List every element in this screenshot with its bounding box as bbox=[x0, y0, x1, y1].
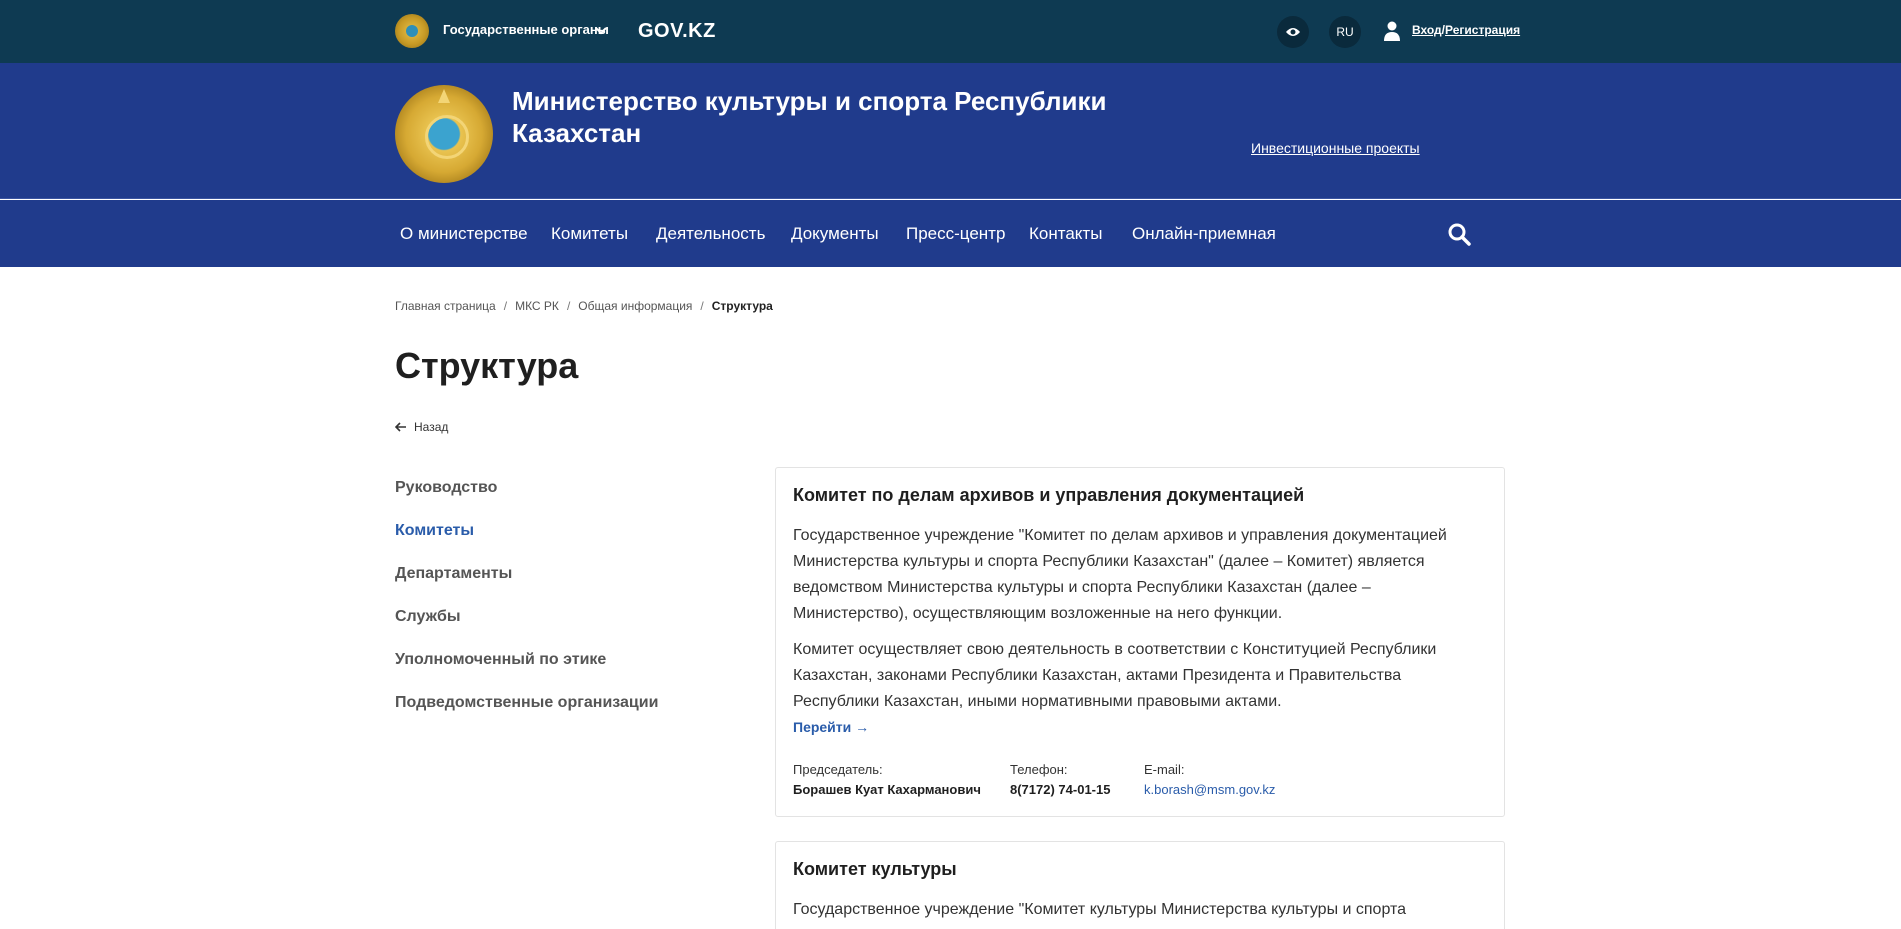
breadcrumb-home[interactable]: Главная страница bbox=[395, 299, 496, 313]
kazakhstan-emblem-icon[interactable] bbox=[395, 85, 493, 183]
govkz-logo[interactable]: GOV.KZ bbox=[638, 20, 716, 43]
login-register: Вход/Регистрация bbox=[1412, 23, 1520, 37]
breadcrumb-separator: / bbox=[566, 299, 571, 313]
search-icon[interactable] bbox=[1447, 222, 1471, 246]
committee-description: Комитет осуществляет свою деятельность в… bbox=[793, 641, 1437, 710]
back-link[interactable]: Назад bbox=[395, 420, 448, 434]
sidebar-item-subordinate-orgs[interactable]: Подведомственные организации bbox=[395, 694, 658, 712]
committee-description: Государственное учреждение "Комитет по д… bbox=[793, 527, 1447, 622]
language-switch-button[interactable]: RU bbox=[1329, 16, 1361, 48]
ministry-title[interactable]: Министерство культуры и спорта Республик… bbox=[512, 85, 1132, 149]
committee-description: Государственное учреждение "Комитет куль… bbox=[793, 901, 1407, 918]
eye-icon bbox=[1286, 28, 1300, 36]
nav-item-online-reception[interactable]: Онлайн-приемная bbox=[1132, 224, 1276, 244]
gov-organs-dropdown[interactable]: Государственные органы bbox=[443, 22, 609, 37]
sidebar-item-leadership[interactable]: Руководство bbox=[395, 479, 497, 497]
committee-card: Комитет культуры Государственное учрежде… bbox=[775, 841, 1505, 929]
user-icon bbox=[1384, 21, 1400, 41]
breadcrumb-mks[interactable]: МКС РК bbox=[515, 299, 559, 313]
ministry-header: Министерство культуры и спорта Республик… bbox=[0, 63, 1901, 199]
breadcrumb-general-info[interactable]: Общая информация bbox=[578, 299, 692, 313]
committee-title: Комитет по делам архивов и управления до… bbox=[793, 485, 1305, 505]
committee-title: Комитет культуры bbox=[793, 859, 957, 879]
email-link[interactable]: k.borash@msm.gov.kz bbox=[1144, 782, 1275, 797]
arrow-left-icon bbox=[395, 422, 406, 432]
breadcrumb: Главная страница / МКС РК / Общая информация… bbox=[395, 299, 773, 313]
sidebar-item-departments[interactable]: Департаменты bbox=[395, 565, 512, 583]
nav-item-contacts[interactable]: Контакты bbox=[1029, 224, 1102, 244]
page-title: Структура bbox=[395, 345, 579, 386]
nav-item-documents[interactable]: Документы bbox=[791, 224, 879, 244]
email-label: E-mail: bbox=[1144, 762, 1185, 777]
chair-name: Борашев Куат Кахарманович bbox=[793, 782, 981, 797]
phone-label: Телефон: bbox=[1010, 762, 1068, 777]
phone-value: 8(7172) 74-01-15 bbox=[1010, 782, 1111, 797]
login-link[interactable]: Вход bbox=[1412, 23, 1442, 37]
back-label: Назад bbox=[414, 420, 449, 434]
chair-label: Председатель: bbox=[793, 762, 883, 777]
sidebar-item-committees[interactable]: Комитеты bbox=[395, 522, 474, 540]
investment-projects-link[interactable]: Инвестиционные проекты bbox=[1251, 140, 1420, 156]
top-bar: Государственные органы GOV.KZ RU Вход/Ре… bbox=[0, 0, 1901, 63]
kazakhstan-emblem-icon[interactable] bbox=[395, 14, 429, 48]
accessibility-eye-button[interactable] bbox=[1277, 16, 1309, 48]
main-nav: О министерстве Комитеты Деятельность Док… bbox=[0, 200, 1901, 267]
sidebar-item-services[interactable]: Службы bbox=[395, 608, 461, 626]
chevron-down-icon[interactable] bbox=[594, 24, 608, 38]
breadcrumb-current: Структура bbox=[711, 299, 773, 313]
nav-item-activity[interactable]: Деятельность bbox=[656, 224, 765, 244]
committee-card: Комитет по делам архивов и управления до… bbox=[775, 467, 1505, 817]
breadcrumb-separator: / bbox=[700, 299, 704, 313]
nav-item-press-center[interactable]: Пресс-центр bbox=[906, 224, 1005, 244]
goto-link[interactable]: Перейти → bbox=[793, 719, 869, 735]
nav-item-committees[interactable]: Комитеты bbox=[551, 224, 628, 244]
nav-item-about[interactable]: О министерстве bbox=[400, 224, 528, 244]
breadcrumb-separator: / bbox=[503, 299, 508, 313]
register-link[interactable]: Регистрация bbox=[1445, 23, 1520, 37]
sidebar-item-ethics-officer[interactable]: Уполномоченный по этике bbox=[395, 651, 606, 669]
